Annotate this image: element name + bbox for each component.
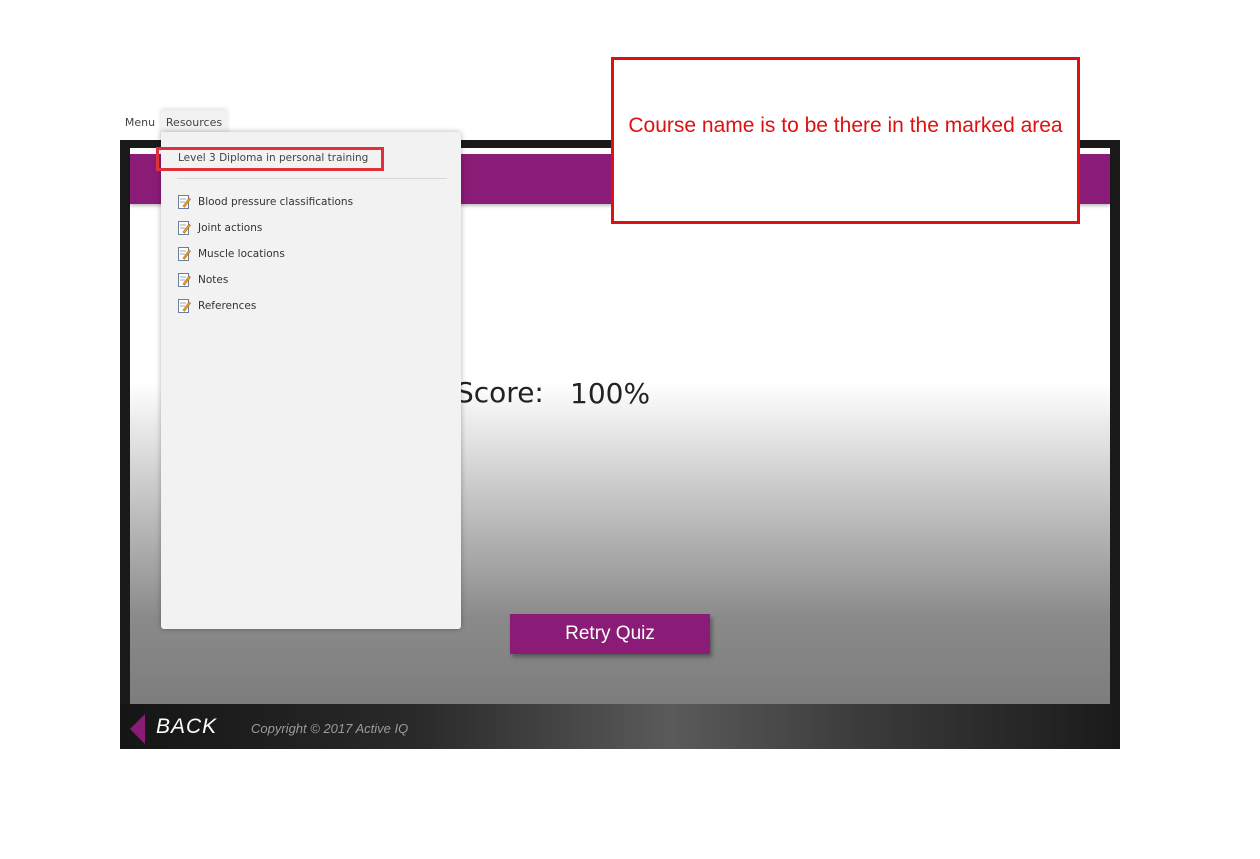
tab-menu[interactable]: Menu	[120, 110, 160, 136]
resource-item-label: References	[198, 300, 257, 312]
annotation-callout: Course name is to be there in the marked…	[611, 57, 1080, 224]
document-edit-icon	[178, 221, 191, 235]
document-edit-icon	[178, 195, 191, 209]
copyright-text: Copyright © 2017 Active IQ	[251, 721, 409, 736]
score-value: 100%	[570, 377, 651, 410]
resource-item-muscle-locations[interactable]: Muscle locations	[178, 241, 353, 267]
back-arrow-icon[interactable]	[130, 714, 145, 744]
resource-item-notes[interactable]: Notes	[178, 267, 353, 293]
course-name-highlight	[156, 147, 384, 171]
resources-dropdown: Level 3 Diploma in personal training Blo…	[161, 132, 461, 629]
dropdown-divider	[177, 178, 447, 179]
retry-quiz-button[interactable]: Retry Quiz	[510, 614, 710, 654]
resource-item-references[interactable]: References	[178, 293, 353, 319]
resource-item-blood-pressure[interactable]: Blood pressure classifications	[178, 189, 353, 215]
score-label: Score:	[456, 376, 544, 409]
document-edit-icon	[178, 273, 191, 287]
document-edit-icon	[178, 247, 191, 261]
resource-item-label: Notes	[198, 274, 229, 286]
resources-list: Blood pressure classifications Joint act…	[178, 189, 353, 319]
resource-item-label: Muscle locations	[198, 248, 285, 260]
document-edit-icon	[178, 299, 191, 313]
resource-item-joint-actions[interactable]: Joint actions	[178, 215, 353, 241]
player-footer: BACK Copyright © 2017 Active IQ	[120, 704, 1120, 749]
resource-item-label: Blood pressure classifications	[198, 196, 354, 208]
annotation-text: Course name is to be there in the marked…	[628, 114, 1063, 137]
back-button[interactable]: BACK	[156, 715, 217, 739]
resource-item-label: Joint actions	[198, 222, 263, 234]
